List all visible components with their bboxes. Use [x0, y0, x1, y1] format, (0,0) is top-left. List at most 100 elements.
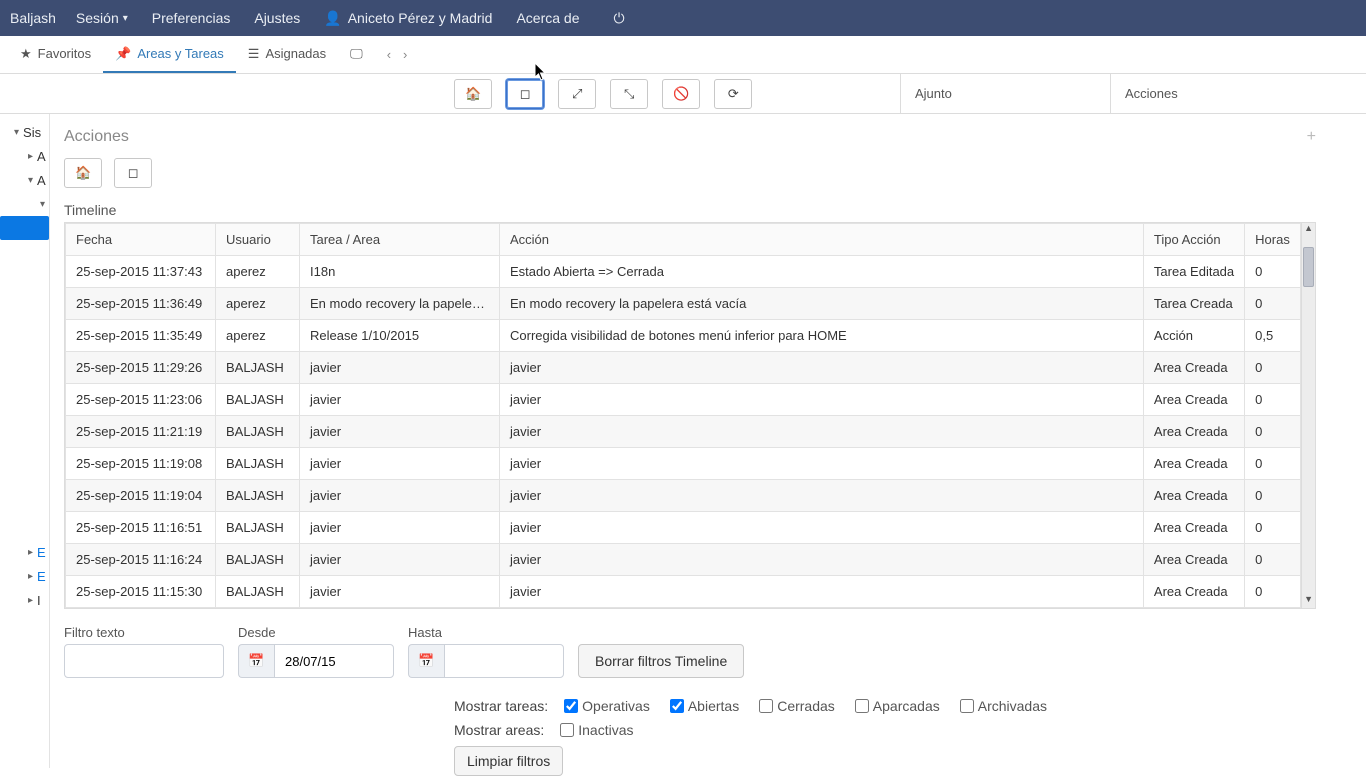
expand-button[interactable]: ⤢	[558, 79, 596, 109]
tab-assigned[interactable]: ☰ Asignadas	[236, 36, 338, 73]
header-ajunto: Ajunto	[900, 74, 1110, 113]
col-fecha[interactable]: Fecha	[66, 224, 216, 256]
focus-button[interactable]: ◻	[506, 79, 544, 109]
cell-fecha: 25-sep-2015 11:23:06	[66, 384, 216, 416]
clear-timeline-filters-button[interactable]: Borrar filtros Timeline	[578, 644, 744, 678]
cell-tipo: Area Creada	[1143, 480, 1244, 512]
cell-tarea: javier	[300, 544, 500, 576]
tab-scroll-right[interactable]: ›	[397, 36, 413, 73]
table-row[interactable]: 25-sep-2015 11:35:49aperezRelease 1/10/2…	[66, 320, 1301, 352]
tree-leaf-i[interactable]: ▸I	[0, 588, 49, 612]
cell-tarea: javier	[300, 480, 500, 512]
cell-horas: 0	[1245, 288, 1301, 320]
cb-aparcadas[interactable]: Aparcadas	[855, 698, 940, 714]
cell-usuario: BALJASH	[216, 448, 300, 480]
tree-root[interactable]: ▾Sis	[0, 120, 49, 144]
table-row[interactable]: 25-sep-2015 11:15:30BALJASHjavierjavierA…	[66, 576, 1301, 608]
filtro-texto-input[interactable]	[64, 644, 224, 678]
cell-horas: 0	[1245, 384, 1301, 416]
table-row[interactable]: 25-sep-2015 11:37:43aperezI18nEstado Abi…	[66, 256, 1301, 288]
cell-tipo: Area Creada	[1143, 416, 1244, 448]
panel-home-button[interactable]: 🏠	[64, 158, 102, 188]
cell-tipo: Area Creada	[1143, 352, 1244, 384]
sidebar-tree: ▾Sis ▸A ▾A ▾ ▸E ▸E ▸I	[0, 114, 50, 768]
col-tipo[interactable]: Tipo Acción	[1143, 224, 1244, 256]
cell-accion: javier	[500, 480, 1144, 512]
tab-favorites[interactable]: ★ Favoritos	[8, 36, 103, 73]
nav-settings[interactable]: Ajustes	[254, 10, 300, 26]
bottom-filter-strip: Mostrar tareas: Operativas Abiertas Cerr…	[54, 688, 1330, 768]
tree-leaf-e1[interactable]: ▸E	[0, 540, 49, 564]
cell-fecha: 25-sep-2015 11:19:04	[66, 480, 216, 512]
list-icon: ☰	[248, 46, 260, 62]
hide-button[interactable]: 🚫	[662, 79, 700, 109]
home-icon: 🏠	[75, 165, 91, 181]
table-row[interactable]: 25-sep-2015 11:19:08BALJASHjavierjavierA…	[66, 448, 1301, 480]
cell-fecha: 25-sep-2015 11:16:51	[66, 512, 216, 544]
panel-focus-button[interactable]: ◻	[114, 158, 152, 188]
cell-accion: En modo recovery la papelera está vacía	[500, 288, 1144, 320]
tree-leaf-indent[interactable]: ▾	[0, 192, 49, 216]
cb-inactivas[interactable]: Inactivas	[560, 722, 633, 738]
nav-session-label: Sesión	[76, 10, 119, 26]
col-horas[interactable]: Horas	[1245, 224, 1301, 256]
caret-down-icon: ▾	[123, 13, 128, 24]
col-accion[interactable]: Acción	[500, 224, 1144, 256]
table-row[interactable]: 25-sep-2015 11:36:49aperezEn modo recove…	[66, 288, 1301, 320]
tab-areas-tareas[interactable]: 📌 Areas y Tareas	[103, 36, 236, 73]
nav-power[interactable]: ⏻	[614, 10, 625, 27]
hasta-input[interactable]	[444, 644, 564, 678]
calendar-icon[interactable]: 📅	[408, 644, 444, 678]
cb-operativas[interactable]: Operativas	[564, 698, 650, 714]
table-row[interactable]: 25-sep-2015 11:16:51BALJASHjavierjavierA…	[66, 512, 1301, 544]
nav-session[interactable]: Sesión ▾	[76, 10, 128, 26]
cell-horas: 0	[1245, 576, 1301, 608]
refresh-button[interactable]: ⟳	[714, 79, 752, 109]
cell-tipo: Area Creada	[1143, 512, 1244, 544]
nav-preferences[interactable]: Preferencias	[152, 10, 231, 26]
cell-tarea: javier	[300, 576, 500, 608]
table-row[interactable]: 25-sep-2015 11:16:24BALJASHjavierjavierA…	[66, 544, 1301, 576]
panel-title: Acciones	[64, 128, 129, 146]
cell-accion: Estado Abierta => Cerrada	[500, 256, 1144, 288]
table-row[interactable]: 25-sep-2015 11:29:26BALJASHjavierjavierA…	[66, 352, 1301, 384]
mostrar-tareas-label: Mostrar tareas:	[454, 698, 548, 714]
scrollbar-up-icon[interactable]: ▲	[1302, 223, 1315, 237]
calendar-icon[interactable]: 📅	[238, 644, 274, 678]
scrollbar-thumb[interactable]	[1303, 247, 1314, 287]
nav-user[interactable]: 👤 Aniceto Pérez y Madrid	[324, 10, 492, 27]
tree-child-a-open[interactable]: ▾A	[0, 168, 49, 192]
table-row[interactable]: 25-sep-2015 11:21:19BALJASHjavierjavierA…	[66, 416, 1301, 448]
cb-cerradas[interactable]: Cerradas	[759, 698, 835, 714]
nav-about[interactable]: Acerca de	[516, 10, 579, 26]
tab-scroll-left[interactable]: ‹	[381, 36, 397, 73]
col-tarea[interactable]: Tarea / Area	[300, 224, 500, 256]
desde-input[interactable]	[274, 644, 394, 678]
table-scrollbar[interactable]: ▲ ▼	[1301, 223, 1315, 608]
limpiar-filtros-button[interactable]: Limpiar filtros	[454, 746, 563, 776]
thumbtack-icon: 📌	[115, 46, 131, 62]
tree-item-selected[interactable]	[0, 216, 49, 240]
add-action-button[interactable]: +	[1307, 128, 1316, 146]
cell-usuario: BALJASH	[216, 416, 300, 448]
star-icon: ★	[20, 46, 32, 62]
table-row[interactable]: 25-sep-2015 11:23:06BALJASHjavierjavierA…	[66, 384, 1301, 416]
home-button[interactable]: 🏠	[454, 79, 492, 109]
cell-horas: 0	[1245, 512, 1301, 544]
tab-monitor[interactable]: 🖵	[338, 36, 381, 73]
tree-child-a[interactable]: ▸A	[0, 144, 49, 168]
col-usuario[interactable]: Usuario	[216, 224, 300, 256]
cb-abiertas[interactable]: Abiertas	[670, 698, 739, 714]
cell-tipo: Tarea Creada	[1143, 288, 1244, 320]
cell-tarea: javier	[300, 448, 500, 480]
cb-archivadas[interactable]: Archivadas	[960, 698, 1047, 714]
eye-slash-icon: 🚫	[673, 86, 689, 102]
scrollbar-down-icon[interactable]: ▼	[1302, 594, 1315, 608]
timeline-table: Fecha Usuario Tarea / Area Acción Tipo A…	[65, 223, 1301, 608]
table-row[interactable]: 25-sep-2015 11:19:04BALJASHjavierjavierA…	[66, 480, 1301, 512]
collapse-button[interactable]: ⤡	[610, 79, 648, 109]
cell-accion: javier	[500, 544, 1144, 576]
cell-tipo: Area Creada	[1143, 384, 1244, 416]
tree-leaf-e2[interactable]: ▸E	[0, 564, 49, 588]
cell-tarea: javier	[300, 512, 500, 544]
